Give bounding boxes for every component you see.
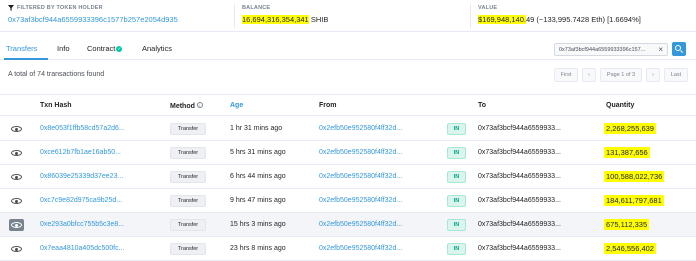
txn-hash-link[interactable]: 0x7eaa4810a405dc500fc... <box>40 245 124 252</box>
age-text: 1 hr 31 mins ago <box>230 125 283 132</box>
from-address-link[interactable]: 0x2efb50e952580f4ff32d... <box>319 221 402 228</box>
view-details-eye-icon[interactable] <box>11 197 22 205</box>
age-text: 23 hrs 8 mins ago <box>230 245 286 252</box>
table-row: 0xce612b7fb1ae16ab50... Transfer 5 hrs 3… <box>0 141 696 165</box>
quantity-value: 675,112,335 <box>604 219 650 230</box>
quantity-value: 184,611,797,681 <box>604 195 664 206</box>
txn-hash-link[interactable]: 0xc7c9e82d975ca9b25d... <box>40 197 122 204</box>
view-details-eye-icon[interactable] <box>9 219 24 231</box>
quantity-value: 100,588,022,736 <box>604 171 665 182</box>
method-badge: Transfer <box>170 219 206 231</box>
value-usd: $169,948,140. <box>478 15 526 24</box>
txn-hash-link[interactable]: 0xce612b7fb1ae16ab50... <box>40 149 121 156</box>
txn-hash-link[interactable]: 0x86039e25339d37ee23... <box>40 173 123 180</box>
quantity-value: 2,268,255,639 <box>604 123 656 134</box>
to-address: 0x73af3bcf944a6559933... <box>478 173 561 180</box>
col-to: To <box>478 102 487 109</box>
age-text: 6 hrs 44 mins ago <box>230 173 286 180</box>
age-text: 5 hrs 31 mins ago <box>230 149 286 156</box>
divider <box>234 4 235 28</box>
from-address-link[interactable]: 0x2efb50e952580f4ff32d... <box>319 245 402 252</box>
table-row: 0x8e053f1ffb58cd57a2d6... Transfer 1 hr … <box>0 117 696 141</box>
direction-in-badge: IN <box>447 219 466 231</box>
quantity-value: 2,546,556,402 <box>604 243 656 254</box>
table-row: 0x7eaa4810a405dc500fc... Transfer 23 hrs… <box>0 237 696 261</box>
view-details-eye-icon[interactable] <box>11 173 22 181</box>
active-tab-indicator <box>4 58 48 60</box>
filter-column: FILTERED BY TOKEN HOLDER 0x73af3bcf944a6… <box>8 5 178 24</box>
to-address: 0x73af3bcf944a6559933... <box>478 221 561 228</box>
direction-in-badge: IN <box>447 147 466 159</box>
col-quantity: Quantity <box>606 102 635 109</box>
page-indicator: Page 1 of 3 <box>600 68 642 82</box>
method-badge: Transfer <box>170 147 206 159</box>
value-column: VALUE $169,948,140.49 (~133,995.7428 Eth… <box>478 5 641 24</box>
table-row: 0x86039e25339d37ee23... Transfer 6 hrs 4… <box>0 165 696 189</box>
to-address: 0x73af3bcf944a6559933... <box>478 197 561 204</box>
tab-contract[interactable]: Contract ✓ <box>87 44 123 53</box>
tab-transfers[interactable]: Transfers <box>6 44 37 53</box>
quantity-value: 131,387,656 <box>604 147 650 158</box>
balance-token: SHIB <box>310 15 329 24</box>
balance-column: BALANCE 16,694,316,354,341 SHIB <box>242 5 328 24</box>
balance-amount: 16,694,316,354,341 <box>242 15 309 24</box>
direction-in-badge: IN <box>447 243 466 255</box>
table-row: 0xc7c9e82d975ca9b25d... Transfer 9 hrs 4… <box>0 189 696 213</box>
direction-in-badge: IN <box>447 195 466 207</box>
age-text: 15 hrs 3 mins ago <box>230 221 286 228</box>
from-address-link[interactable]: 0x2efb50e952580f4ff32d... <box>319 173 402 180</box>
table-row: 0xe293a0bfcc755b5c3e8... Transfer 15 hrs… <box>0 213 696 237</box>
next-page-button[interactable]: › <box>646 68 660 82</box>
last-page-button[interactable]: Last <box>664 68 688 82</box>
age-text: 9 hrs 47 mins ago <box>230 197 286 204</box>
address-filter-input[interactable]: 0x73af3bcf944a6559933396c157... × <box>554 43 668 56</box>
prev-page-button[interactable]: ‹ <box>582 68 596 82</box>
direction-in-badge: IN <box>447 171 466 183</box>
from-address-link[interactable]: 0x2efb50e952580f4ff32d... <box>319 197 402 204</box>
transactions-count: A total of 74 transactions found <box>8 71 105 78</box>
view-details-eye-icon[interactable] <box>11 149 22 157</box>
verified-check-icon: ✓ <box>116 46 123 52</box>
divider <box>470 4 471 28</box>
table-header: Txn Hash Method i Age From To Quantity <box>0 94 696 116</box>
col-txn-hash: Txn Hash <box>40 102 72 109</box>
holder-address-link[interactable]: 0x73af3bcf944a6559933396c1577b257e2054d9… <box>8 15 178 24</box>
tab-contract-label: Contract <box>87 44 116 53</box>
to-address: 0x73af3bcf944a6559933... <box>478 125 561 132</box>
to-address: 0x73af3bcf944a6559933... <box>478 149 561 156</box>
balance-label: BALANCE <box>242 5 271 11</box>
info-icon[interactable]: i <box>196 102 203 108</box>
tab-info[interactable]: Info <box>57 44 70 53</box>
filter-icon <box>8 5 14 11</box>
txn-hash-link[interactable]: 0xe293a0bfcc755b5c3e8... <box>40 221 124 228</box>
search-button[interactable] <box>672 42 686 56</box>
method-badge: Transfer <box>170 171 206 183</box>
token-holder-summary: FILTERED BY TOKEN HOLDER 0x73af3bcf944a6… <box>0 0 696 32</box>
to-address: 0x73af3bcf944a6559933... <box>478 245 561 252</box>
from-address-link[interactable]: 0x2efb50e952580f4ff32d... <box>319 125 402 132</box>
col-method: Method i <box>170 102 203 110</box>
method-badge: Transfer <box>170 195 206 207</box>
method-badge: Transfer <box>170 243 206 255</box>
view-details-eye-icon[interactable] <box>11 125 22 133</box>
first-page-button[interactable]: First <box>554 68 578 82</box>
col-from: From <box>319 102 337 109</box>
col-age[interactable]: Age <box>230 102 243 109</box>
method-badge: Transfer <box>170 123 206 135</box>
address-filter-value: 0x73af3bcf944a6559933396c157... <box>559 46 646 53</box>
value-details: 49 (~133,995.7428 Eth) [1.6694%] <box>525 15 641 24</box>
tab-analytics[interactable]: Analytics <box>142 44 172 53</box>
view-details-eye-icon[interactable] <box>11 245 22 253</box>
from-address-link[interactable]: 0x2efb50e952580f4ff32d... <box>319 149 402 156</box>
direction-in-badge: IN <box>447 123 466 135</box>
txn-hash-link[interactable]: 0x8e053f1ffb58cd57a2d6... <box>40 125 125 132</box>
clear-filter-icon[interactable]: × <box>658 45 663 54</box>
filter-label: FILTERED BY TOKEN HOLDER <box>17 5 103 11</box>
value-label: VALUE <box>478 5 498 11</box>
